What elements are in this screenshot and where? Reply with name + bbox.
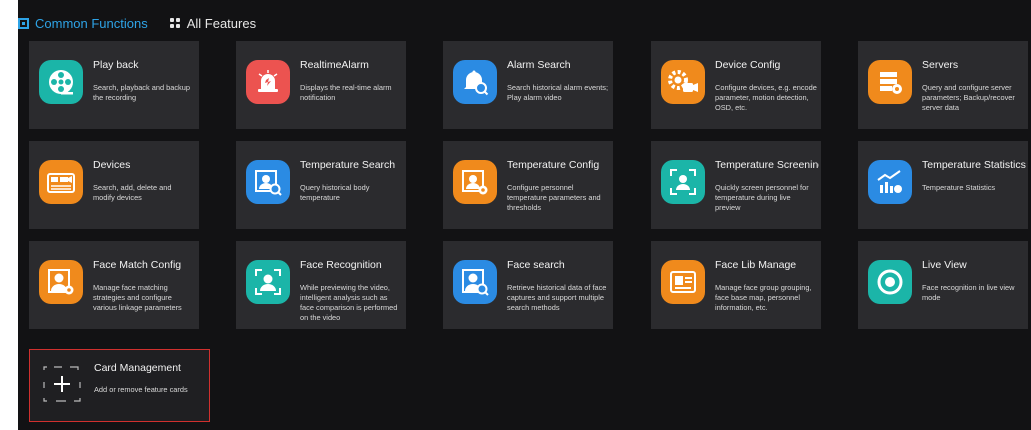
card-description: Manage face matching strategies and conf… bbox=[93, 283, 182, 312]
card-description: While previewing the video, intelligent … bbox=[300, 283, 398, 322]
temperature-person-search-icon bbox=[246, 160, 290, 204]
card-temperature-config[interactable]: Temperature Config Configure personnel t… bbox=[443, 141, 613, 229]
card-title: Live View bbox=[922, 259, 967, 271]
card-description: Search historical alarm events; Play ala… bbox=[507, 83, 609, 102]
card-temperature-screening[interactable]: Temperature Screening Quickly screen per… bbox=[651, 141, 821, 229]
tab-all-features[interactable]: All Features bbox=[169, 15, 257, 31]
card-description: Query and configure server parameters; B… bbox=[922, 83, 1015, 112]
tab-label: All Features bbox=[186, 15, 257, 31]
card-title: Devices bbox=[93, 159, 131, 171]
card-title: RealtimeAlarm bbox=[300, 59, 369, 71]
card-live-view[interactable]: Live View Face recognition in live view … bbox=[858, 241, 1028, 329]
card-title: Temperature Statistics bbox=[922, 159, 1026, 171]
live-view-icon bbox=[868, 260, 912, 304]
card-face-search[interactable]: Face search Retrieve historical data of … bbox=[443, 241, 613, 329]
grid-icon bbox=[169, 17, 181, 29]
tab-label: Common Functions bbox=[35, 15, 148, 31]
temperature-person-gear-icon bbox=[453, 160, 497, 204]
card-face-lib-manage[interactable]: Face Lib Manage Manage face group groupi… bbox=[651, 241, 821, 329]
card-temperature-search[interactable]: Temperature Search Query historical body… bbox=[236, 141, 406, 229]
card-title: Servers bbox=[922, 59, 959, 71]
card-playback[interactable]: Play back Search, playback and backup th… bbox=[29, 41, 199, 129]
card-description: Manage face group grouping, face base ma… bbox=[715, 283, 812, 312]
id-card-icon bbox=[661, 260, 705, 304]
card-description: Retrieve historical data of face capture… bbox=[507, 283, 607, 312]
temperature-person-scan-icon bbox=[661, 160, 705, 204]
card-alarm-search[interactable]: Alarm Search Search historical alarm eve… bbox=[443, 41, 613, 129]
server-gear-icon bbox=[868, 60, 912, 104]
card-title: Play back bbox=[93, 59, 139, 71]
card-face-recognition[interactable]: Face Recognition While previewing the vi… bbox=[236, 241, 406, 329]
card-title: Face Match Config bbox=[93, 259, 182, 271]
card-devices[interactable]: Devices Search, add, delete and modify d… bbox=[29, 141, 199, 229]
card-description: Face recognition in live view mode bbox=[922, 283, 1015, 302]
card-title: Alarm Search bbox=[507, 59, 571, 71]
face-scan-icon bbox=[246, 260, 290, 304]
camera-gear-icon bbox=[661, 60, 705, 104]
film-reel-icon bbox=[39, 60, 83, 104]
card-title: Face Lib Manage bbox=[715, 259, 797, 271]
card-title: Card Management bbox=[94, 362, 181, 374]
card-device-config[interactable]: Device Config Configure devices, e.g. en… bbox=[651, 41, 821, 129]
bell-search-icon bbox=[453, 60, 497, 104]
card-servers[interactable]: Servers Query and configure server param… bbox=[858, 41, 1028, 129]
card-description: Configure devices, e.g. encode parameter… bbox=[715, 83, 817, 112]
card-card-management[interactable]: Card Management Add or remove feature ca… bbox=[29, 349, 210, 422]
feature-tabs: Common Functions All Features bbox=[18, 12, 278, 34]
face-gear-icon bbox=[39, 260, 83, 304]
card-title: Temperature Screening bbox=[715, 159, 819, 171]
common-functions-icon bbox=[18, 17, 29, 29]
add-card-icon bbox=[40, 362, 84, 406]
card-realtime-alarm[interactable]: RealtimeAlarm Displays the real-time ala… bbox=[236, 41, 406, 129]
device-camera-icon bbox=[39, 160, 83, 204]
card-description: Quickly screen personnel for temperature… bbox=[715, 183, 809, 212]
card-temperature-statistics[interactable]: Temperature Statistics Temperature Stati… bbox=[858, 141, 1028, 229]
card-title: Temperature Search bbox=[300, 159, 396, 171]
card-description: Temperature Statistics bbox=[922, 183, 996, 192]
bar-chart-icon bbox=[868, 160, 912, 204]
card-title: Temperature Config bbox=[507, 159, 600, 171]
tab-common-functions[interactable]: Common Functions bbox=[18, 16, 148, 31]
face-search-icon bbox=[453, 260, 497, 304]
card-title: Device Config bbox=[715, 59, 781, 71]
card-face-match-config[interactable]: Face Match Config Manage face matching s… bbox=[29, 241, 199, 329]
card-description: Displays the real-time alarm notificatio… bbox=[300, 83, 392, 102]
card-description: Configure personnel temperature paramete… bbox=[507, 183, 601, 212]
alarm-siren-icon bbox=[246, 60, 290, 104]
card-title: Face Recognition bbox=[300, 259, 382, 271]
card-title: Face search bbox=[507, 259, 565, 271]
card-description: Add or remove feature cards bbox=[94, 385, 188, 394]
card-description: Query historical body temperature bbox=[300, 183, 370, 202]
card-description: Search, playback and backup the recordin… bbox=[93, 83, 190, 102]
card-description: Search, add, delete and modify devices bbox=[93, 183, 172, 202]
